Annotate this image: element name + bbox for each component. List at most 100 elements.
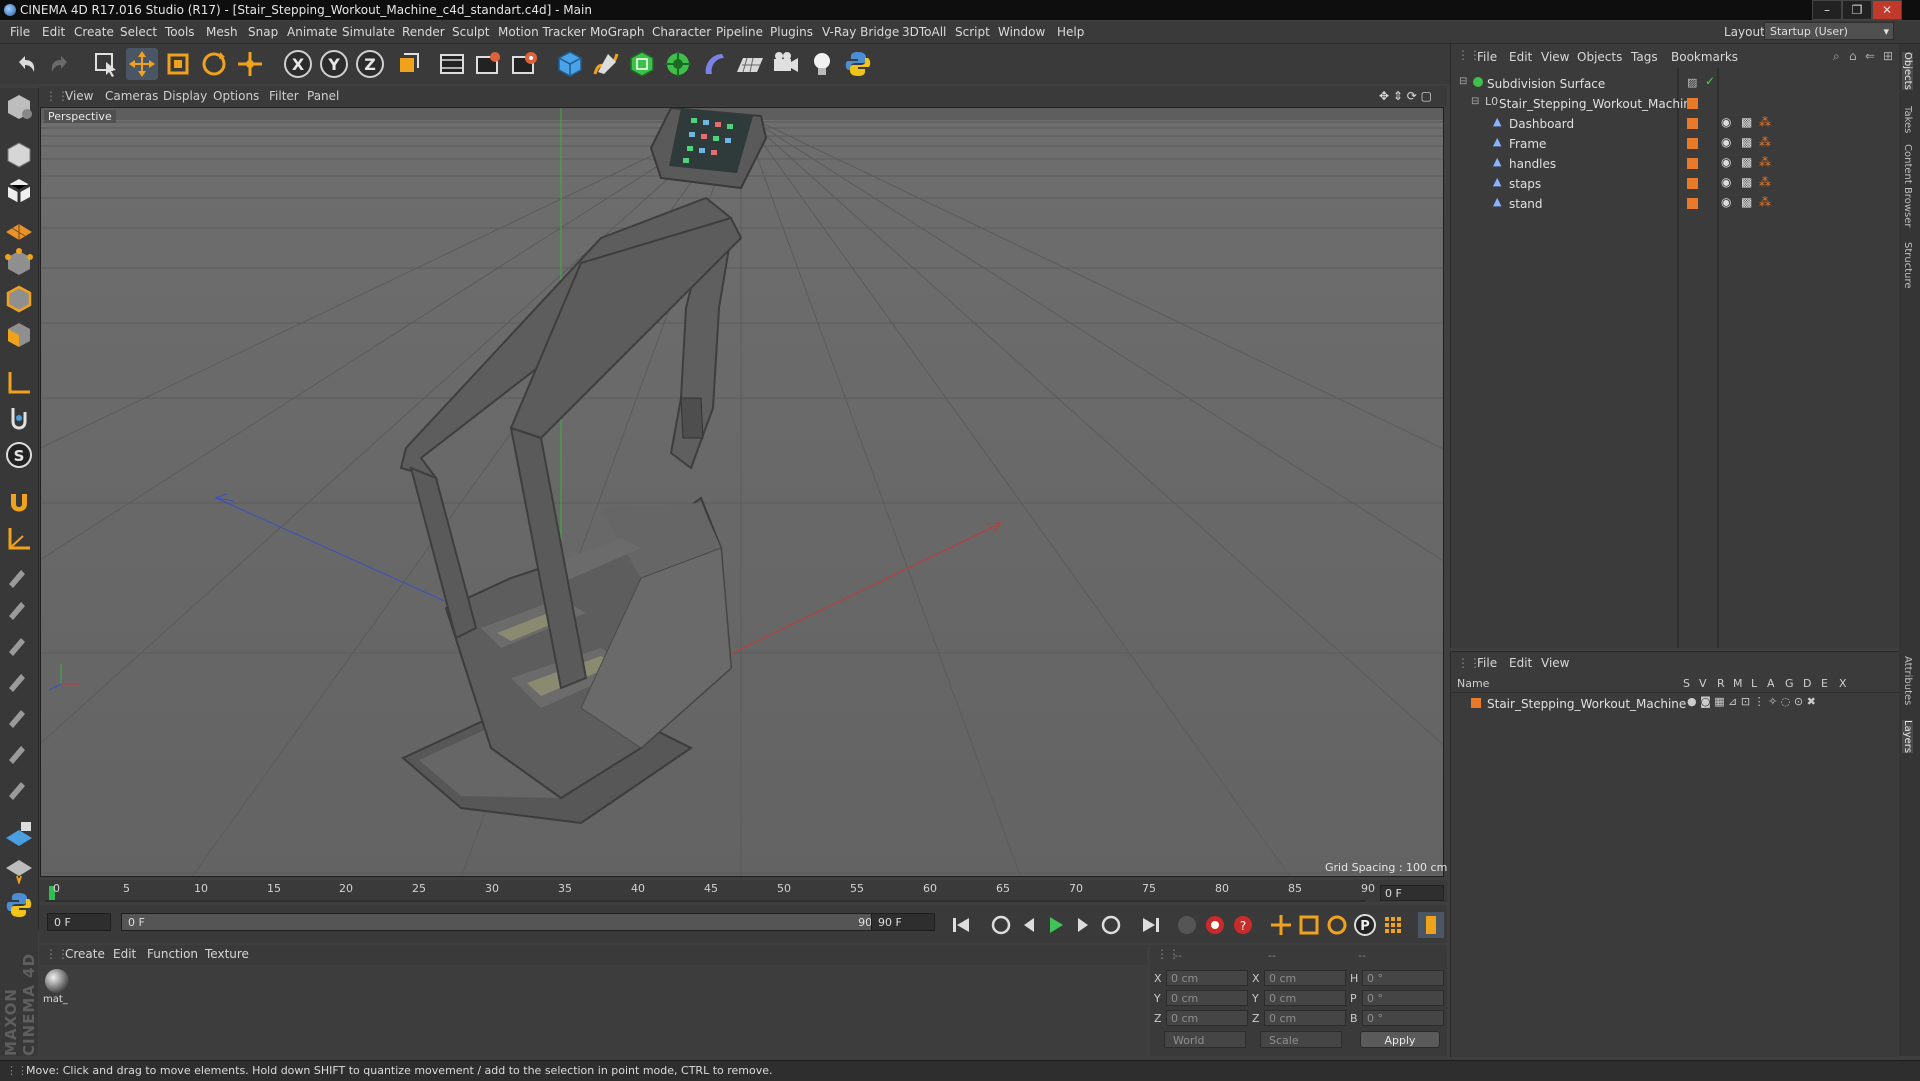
material-menu-create[interactable]: Create xyxy=(65,947,105,961)
layer-toggle-icons[interactable]: ● ◙ ▦ ⊿ ⊡ ⋮ ✧ ◌ ⊙ ✖ xyxy=(1687,695,1816,708)
object-name[interactable]: Dashboard xyxy=(1509,117,1574,131)
tab-objects[interactable]: Objects xyxy=(1902,52,1913,90)
next-keyframe-icon[interactable] xyxy=(1098,912,1124,938)
z-axis-icon[interactable]: Z xyxy=(354,48,386,80)
object-row-dashboard[interactable]: ▲ Dashboard ◉ ▩ ⁂ xyxy=(1451,114,1899,134)
spline-pen-icon[interactable] xyxy=(590,48,622,80)
material-menu-edit[interactable]: Edit xyxy=(113,947,136,961)
phong-tag-icon[interactable]: ◉ xyxy=(1721,195,1731,209)
menu-file[interactable]: File xyxy=(10,25,30,39)
magnet-icon[interactable] xyxy=(3,488,35,518)
material-tag-icon[interactable]: ⁂ xyxy=(1759,115,1771,129)
tweak-mode-icon[interactable] xyxy=(3,404,35,434)
3d-viewport[interactable] xyxy=(40,107,1444,877)
column-locked[interactable]: L xyxy=(1751,677,1757,690)
material-menu-texture[interactable]: Texture xyxy=(205,947,249,961)
phong-tag-icon[interactable]: ◉ xyxy=(1721,155,1731,169)
layer-color-swatch[interactable] xyxy=(1687,138,1698,149)
enable-checkmark-icon[interactable]: ✓ xyxy=(1705,74,1715,88)
layer-color-swatch[interactable] xyxy=(1687,118,1698,129)
edges-mode-icon[interactable] xyxy=(3,284,35,314)
y-axis-icon[interactable]: Y xyxy=(318,48,350,80)
record-keyframe-icon[interactable] xyxy=(1174,912,1200,938)
coordinate-mode-dropdown[interactable]: World xyxy=(1164,1031,1246,1048)
column-expressions[interactable]: E xyxy=(1821,677,1828,690)
coord-rot-p-field[interactable]: 0 ° xyxy=(1362,990,1444,1006)
render-settings-icon[interactable] xyxy=(508,48,540,80)
column-xref[interactable]: X xyxy=(1839,677,1847,690)
home-icon[interactable]: ⌂ xyxy=(1849,49,1857,63)
coord-pos-x-field[interactable]: 0 cm xyxy=(1166,970,1248,986)
object-menu-objects[interactable]: Objects xyxy=(1577,50,1622,64)
menu-select[interactable]: Select xyxy=(120,25,157,39)
viewport-navigation-icons[interactable]: ✥ ⇕ ⟳ ▢ xyxy=(1379,89,1432,103)
viewport-menu-display[interactable]: Display xyxy=(163,89,207,103)
minimize-button[interactable]: – xyxy=(1812,0,1842,20)
column-manager[interactable]: M xyxy=(1733,677,1743,690)
object-row-stair-stepping-machine[interactable]: ⊟ L0 Stair_Stepping_Workout_Machine xyxy=(1451,94,1899,114)
tab-content-browser[interactable]: Content Browser xyxy=(1902,144,1913,227)
menu-snap[interactable]: Snap xyxy=(248,25,278,39)
object-name[interactable]: Stair_Stepping_Workout_Machine xyxy=(1499,97,1698,111)
go-to-start-icon[interactable] xyxy=(948,912,974,938)
key-scale-icon[interactable] xyxy=(1296,912,1322,938)
menu-help[interactable]: Help xyxy=(1057,25,1084,39)
uvw-tag-icon[interactable]: ▩ xyxy=(1741,155,1752,169)
menu-motion-tracker[interactable]: Motion Tracker xyxy=(498,25,586,39)
brush-pull-icon[interactable] xyxy=(3,592,35,622)
viewport-menu-cameras[interactable]: Cameras xyxy=(105,89,158,103)
object-menu-edit[interactable]: Edit xyxy=(1509,50,1532,64)
menu-edit[interactable]: Edit xyxy=(42,25,65,39)
redo-icon[interactable] xyxy=(44,48,76,80)
menu-character[interactable]: Character xyxy=(652,25,711,39)
x-axis-icon[interactable]: X xyxy=(282,48,314,80)
render-picture-viewer-icon[interactable] xyxy=(472,48,504,80)
floor-icon[interactable] xyxy=(734,48,766,80)
layer-color-swatch[interactable] xyxy=(1687,178,1698,189)
undo-icon[interactable] xyxy=(10,48,42,80)
layer-menu-view[interactable]: View xyxy=(1541,656,1569,670)
collapse-icon[interactable]: ⊟ xyxy=(1471,96,1479,107)
viewport-menu-options[interactable]: Options xyxy=(213,89,259,103)
layout-select[interactable]: Startup (User) ▾ xyxy=(1764,22,1894,40)
navigate-back-icon[interactable]: ⇐ xyxy=(1865,49,1875,63)
menu-script[interactable]: Script xyxy=(955,25,990,39)
object-row-handles[interactable]: ▲ handles ◉ ▩ ⁂ xyxy=(1451,154,1899,174)
layer-color-swatch[interactable] xyxy=(1687,98,1698,109)
layer-menu-edit[interactable]: Edit xyxy=(1509,656,1532,670)
material-name[interactable]: mat_ xyxy=(43,994,68,1005)
viewport-menu-view[interactable]: View xyxy=(65,89,93,103)
column-animation[interactable]: A xyxy=(1767,677,1775,690)
phong-tag-icon[interactable]: ◉ xyxy=(1721,175,1731,189)
preview-range-slider[interactable]: 0 F 90 F xyxy=(121,913,901,931)
object-menu-bookmarks[interactable]: Bookmarks xyxy=(1671,50,1738,64)
brush-knife-icon[interactable] xyxy=(3,772,35,802)
layer-menu-file[interactable]: File xyxy=(1477,656,1497,670)
key-rotation-icon[interactable] xyxy=(1324,912,1350,938)
material-tag-icon[interactable]: ⁂ xyxy=(1759,135,1771,149)
object-name[interactable]: stand xyxy=(1509,197,1543,211)
object-menu-view[interactable]: View xyxy=(1541,50,1569,64)
coord-pos-z-field[interactable]: 0 cm xyxy=(1166,1010,1248,1026)
current-frame-field[interactable]: 0 F xyxy=(1380,885,1444,901)
workplane-axis-icon[interactable] xyxy=(3,524,35,554)
collapse-icon[interactable]: ⊟ xyxy=(1459,76,1467,87)
axis-mode-icon[interactable] xyxy=(3,368,35,398)
viewport-menu-panel[interactable]: Panel xyxy=(307,89,339,103)
search-icon[interactable]: ⌕ xyxy=(1833,49,1840,64)
python-script-icon[interactable] xyxy=(3,890,35,920)
layer-color-swatch[interactable] xyxy=(1687,198,1698,209)
make-editable-icon[interactable] xyxy=(3,92,35,122)
points-mode-icon[interactable] xyxy=(3,248,35,278)
menu-pipeline[interactable]: Pipeline xyxy=(716,25,763,39)
menu-vray-bridge[interactable]: V-Ray Bridge xyxy=(822,25,899,39)
menu-sculpt[interactable]: Sculpt xyxy=(452,25,489,39)
next-frame-icon[interactable] xyxy=(1070,912,1096,938)
texture-mode-icon[interactable] xyxy=(3,176,35,206)
menu-mesh[interactable]: Mesh xyxy=(206,25,238,39)
layer-row[interactable]: Stair_Stepping_Workout_Machine ● ◙ ▦ ⊿ ⊡… xyxy=(1451,694,1899,714)
coord-rot-h-field[interactable]: 0 ° xyxy=(1362,970,1444,986)
live-selection-icon[interactable] xyxy=(90,48,122,80)
tab-structure[interactable]: Structure xyxy=(1902,242,1913,289)
brush-grab-icon[interactable] xyxy=(3,736,35,766)
